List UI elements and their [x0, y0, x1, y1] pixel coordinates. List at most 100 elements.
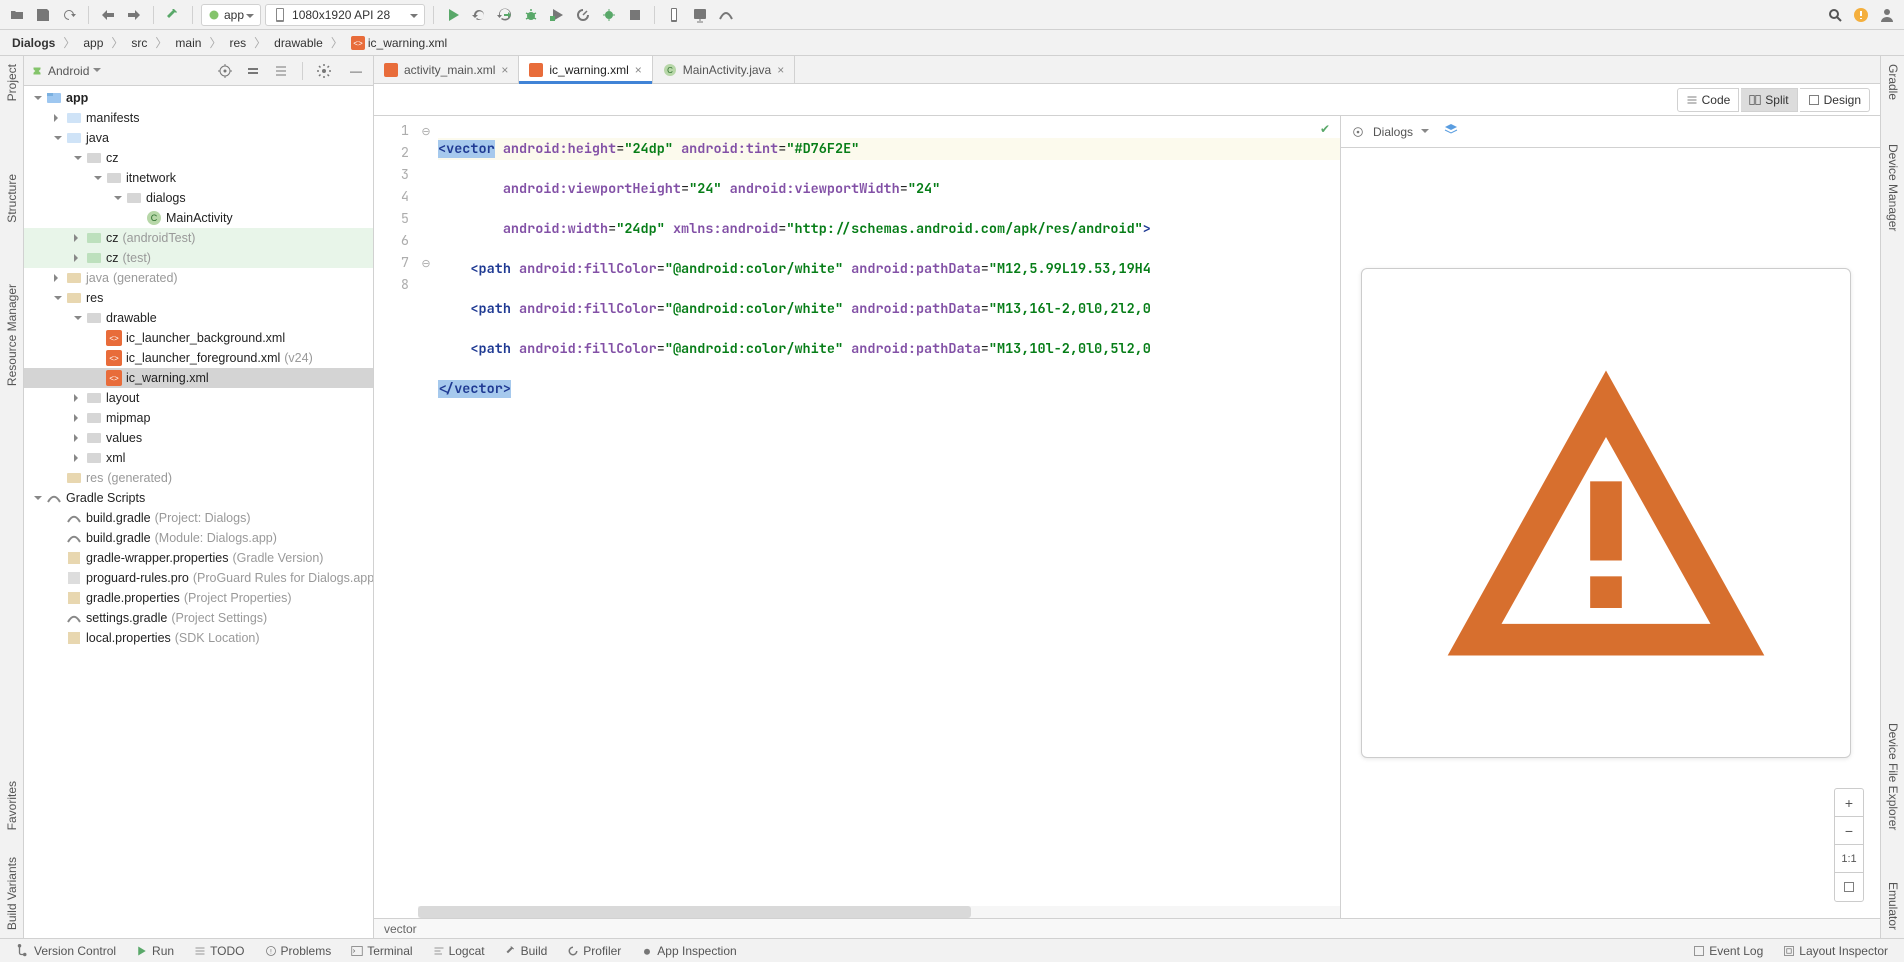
sdk-manager-icon[interactable] [689, 4, 711, 26]
tree-mipmap[interactable]: mipmap [24, 408, 373, 428]
preview-title[interactable]: Dialogs [1373, 125, 1413, 139]
analysis-pass-icon[interactable]: ✔ [1320, 122, 1330, 136]
tree-settings-gradle[interactable]: settings.gradle (Project Settings) [24, 608, 373, 628]
save-icon[interactable] [32, 4, 54, 26]
drawable-canvas[interactable] [1361, 268, 1851, 758]
rail-favorites[interactable]: Favorites [0, 773, 24, 838]
status-terminal[interactable]: Terminal [343, 941, 420, 961]
rail-device-file-explorer[interactable]: Device File Explorer [1881, 715, 1904, 838]
tab-ic-warning[interactable]: ic_warning.xml × [519, 56, 652, 83]
tree-manifests[interactable]: manifests [24, 108, 373, 128]
tree-gradle-properties[interactable]: gradle.properties (Project Properties) [24, 588, 373, 608]
status-build[interactable]: Build [497, 941, 556, 961]
status-profiler[interactable]: Profiler [559, 941, 629, 961]
rail-resource-manager[interactable]: Resource Manager [0, 276, 24, 394]
crumb-drawable[interactable]: drawable [270, 34, 327, 52]
stop-icon[interactable] [624, 4, 646, 26]
code-content[interactable]: <vector android:height="24dp" android:ti… [434, 116, 1340, 918]
search-icon[interactable] [1824, 4, 1846, 26]
tree-ic-warning[interactable]: <> ic_warning.xml [24, 368, 373, 388]
rail-build-variants[interactable]: Build Variants [0, 849, 24, 938]
tab-mainactivity[interactable]: C MainActivity.java × [653, 56, 796, 83]
tree-build-gradle-module[interactable]: build.gradle (Module: Dialogs.app) [24, 528, 373, 548]
run-config-dropdown[interactable]: app [201, 4, 261, 26]
zoom-11[interactable]: 1:1 [1835, 845, 1863, 873]
rail-device-manager[interactable]: Device Manager [1881, 136, 1904, 239]
expand-all-icon[interactable] [242, 60, 264, 82]
rail-emulator[interactable]: Emulator [1881, 874, 1904, 938]
status-event-log[interactable]: Event Log [1685, 941, 1771, 961]
zoom-out[interactable]: − [1835, 817, 1863, 845]
debug-icon[interactable] [520, 4, 542, 26]
tree-java-generated[interactable]: java (generated) [24, 268, 373, 288]
gear-icon[interactable] [313, 60, 335, 82]
apply-changes-restart-icon[interactable] [468, 4, 490, 26]
crumb-root[interactable]: Dialogs [8, 34, 59, 52]
avd-manager-icon[interactable] [663, 4, 685, 26]
zoom-fit[interactable] [1835, 873, 1863, 901]
updates-icon[interactable] [1850, 4, 1872, 26]
tree-app[interactable]: app [24, 88, 373, 108]
tree-ic-fg[interactable]: <> ic_launcher_foreground.xml (v24) [24, 348, 373, 368]
collapse-all-icon[interactable] [270, 60, 292, 82]
device-dropdown[interactable]: 1080x1920 API 28 [265, 4, 425, 26]
close-icon[interactable]: × [635, 63, 642, 77]
forward-arrow-icon[interactable] [123, 4, 145, 26]
tree-proguard[interactable]: proguard-rules.pro (ProGuard Rules for D… [24, 568, 373, 588]
fold-gutter[interactable]: ⊖⊖ [418, 116, 434, 918]
layers-icon[interactable] [1443, 122, 1459, 141]
sync-icon[interactable] [58, 4, 80, 26]
rail-structure[interactable]: Structure [0, 166, 24, 231]
view-code[interactable]: Code [1677, 88, 1740, 112]
crumb-file[interactable]: <>ic_warning.xml [347, 34, 451, 52]
tree-build-gradle-project[interactable]: build.gradle (Project: Dialogs) [24, 508, 373, 528]
status-app-inspection[interactable]: App Inspection [633, 941, 744, 961]
open-icon[interactable] [6, 4, 28, 26]
tree-cz-test[interactable]: cz (test) [24, 248, 373, 268]
hide-panel-icon[interactable]: — [345, 60, 367, 82]
rail-project[interactable]: Project [0, 56, 24, 109]
tree-java[interactable]: java [24, 128, 373, 148]
editor-breadcrumb[interactable]: vector [374, 918, 1880, 938]
apply-code-changes-icon[interactable] [494, 4, 516, 26]
tree-gradle-scripts[interactable]: Gradle Scripts [24, 488, 373, 508]
locate-file-icon[interactable] [214, 60, 236, 82]
profile-icon[interactable] [572, 4, 594, 26]
zoom-in[interactable]: + [1835, 789, 1863, 817]
status-run[interactable]: Run [128, 941, 182, 961]
tree-cz-androidtest[interactable]: cz (androidTest) [24, 228, 373, 248]
tree-dialogs[interactable]: dialogs [24, 188, 373, 208]
tree-mainactivity[interactable]: C MainActivity [24, 208, 373, 228]
coverage-icon[interactable] [546, 4, 568, 26]
tree-xml[interactable]: xml [24, 448, 373, 468]
code-editor[interactable]: 1 2 3 4 5 6 7 8 ⊖⊖ <vector android:h [374, 116, 1340, 918]
sync-gradle-icon[interactable] [715, 4, 737, 26]
view-design[interactable]: Design [1800, 88, 1870, 112]
tree-ic-bg[interactable]: <> ic_launcher_background.xml [24, 328, 373, 348]
status-problems[interactable]: ! Problems [257, 941, 340, 961]
tree-res-generated[interactable]: res (generated) [24, 468, 373, 488]
crumb-res[interactable]: res [225, 34, 250, 52]
tree-itnetwork[interactable]: itnetwork [24, 168, 373, 188]
tree-local-properties[interactable]: local.properties (SDK Location) [24, 628, 373, 648]
crumb-main[interactable]: main [171, 34, 205, 52]
back-arrow-icon[interactable] [97, 4, 119, 26]
status-logcat[interactable]: Logcat [425, 941, 493, 961]
editor-hscrollbar[interactable] [418, 906, 1340, 918]
tree-values[interactable]: values [24, 428, 373, 448]
user-icon[interactable] [1876, 4, 1898, 26]
status-todo[interactable]: TODO [186, 941, 252, 961]
build-hammer-icon[interactable] [162, 4, 184, 26]
close-icon[interactable]: × [501, 63, 508, 77]
tab-activity-main[interactable]: activity_main.xml × [374, 56, 519, 83]
project-tree[interactable]: app manifests java cz itnetwork [24, 86, 373, 938]
tree-drawable[interactable]: drawable [24, 308, 373, 328]
tree-gradle-wrapper[interactable]: gradle-wrapper.properties (Gradle Versio… [24, 548, 373, 568]
status-layout-inspector[interactable]: Layout Inspector [1775, 941, 1896, 961]
status-vcs[interactable]: Version Control [8, 941, 124, 961]
run-icon[interactable] [442, 4, 464, 26]
project-mode-label[interactable]: Android [48, 64, 89, 78]
attach-debugger-icon[interactable] [598, 4, 620, 26]
tree-cz[interactable]: cz [24, 148, 373, 168]
tree-layout[interactable]: layout [24, 388, 373, 408]
